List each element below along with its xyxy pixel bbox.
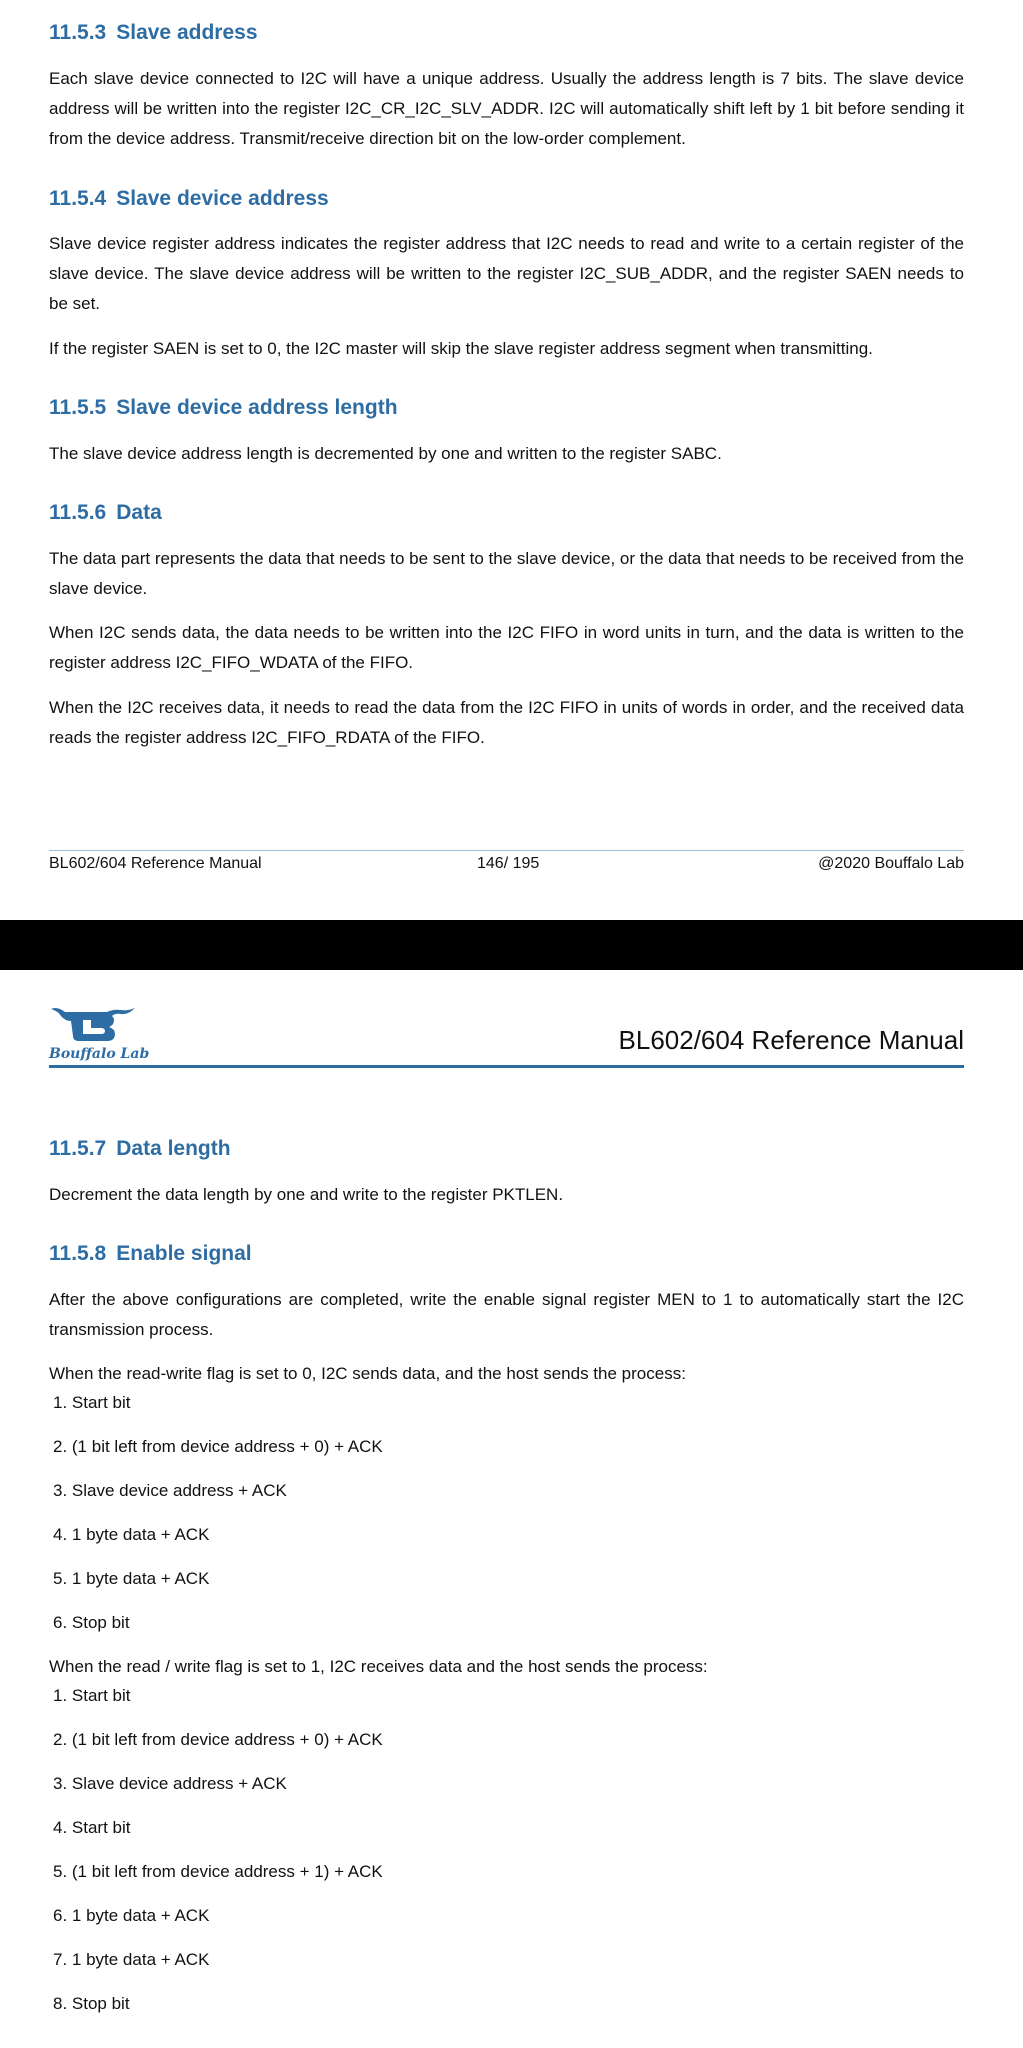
section-slave-device-address: 11.5.4 Slave device address: [49, 186, 964, 212]
list-item: 8. Stop bit: [53, 1994, 130, 2013]
section-enable-signal: 11.5.8 Enable signal: [49, 1241, 964, 1267]
section-body: Decrement the data length by one and wri…: [49, 1180, 964, 1210]
section-data-length: 11.5.7 Data length: [49, 1136, 964, 1162]
paragraph: Decrement the data length by one and wri…: [49, 1185, 564, 1204]
list-item: 2. (1 bit left from device address + 0) …: [53, 1437, 383, 1456]
section-body: The slave device address length is decre…: [49, 439, 964, 469]
list-item: 5. 1 byte data + ACK: [53, 1569, 210, 1588]
paragraph: If the register SAEN is set to 0, the I2…: [49, 339, 873, 358]
section-body: After the above configurations are compl…: [49, 1285, 964, 1345]
list-item: 7. 1 byte data + ACK: [53, 1950, 210, 1969]
page-147: Bouffalo Lab BL602/604 Reference Manual …: [0, 970, 1023, 2048]
section-body: Each slave device connected to I2C will …: [49, 64, 964, 154]
logo-wordmark: Bouffalo Lab: [49, 1046, 150, 1062]
list-item: 5. (1 bit left from device address + 1) …: [53, 1862, 383, 1881]
list-item: 6. Stop bit: [53, 1613, 130, 1632]
list-item: 3. Slave device address + ACK: [53, 1774, 287, 1793]
section-slave-address: 11.5.3 Slave address: [49, 20, 964, 46]
header-divider: [49, 1065, 964, 1068]
list-item: 4. Start bit: [53, 1818, 131, 1837]
paragraph: When the I2C receives data, it needs to …: [49, 698, 964, 747]
paragraph: The data part represents the data that n…: [49, 549, 964, 598]
paragraph: The slave device address length is decre…: [49, 444, 722, 463]
header-doc-title: BL602/604 Reference Manual: [618, 1025, 964, 1055]
list-item: 1. Start bit: [53, 1393, 131, 1412]
paragraph: When I2C sends data, the data needs to b…: [49, 623, 964, 672]
section-body: When I2C sends data, the data needs to b…: [49, 618, 964, 678]
paragraph: Each slave device connected to I2C will …: [49, 69, 964, 148]
section-body: When the I2C receives data, it needs to …: [49, 693, 964, 753]
receive-steps-list: 1. Start bit 2. (1 bit left from device …: [49, 1674, 964, 2026]
page-146: 11.5.3 Slave address Each slave device co…: [0, 0, 1023, 920]
section-body: The data part represents the data that n…: [49, 544, 964, 604]
footer-doc-title: BL602/604 Reference Manual: [49, 855, 262, 872]
bull-logo-icon: [51, 1008, 135, 1041]
page-separator: [0, 920, 1023, 970]
footer-copyright: @2020 Bouffalo Lab: [818, 855, 964, 872]
paragraph: After the above configurations are compl…: [49, 1290, 964, 1339]
section-heading: 11.5.3 Slave address: [49, 21, 258, 44]
bouffalo-lab-logo: Bouffalo Lab: [49, 1000, 159, 1062]
section-heading: 11.5.5 Slave device address length: [49, 396, 398, 419]
section-data: 11.5.6 Data: [49, 500, 964, 526]
paragraph: Slave device register address indicates …: [49, 234, 964, 313]
section-heading: 11.5.7 Data length: [49, 1137, 231, 1160]
section-heading: 11.5.6 Data: [49, 501, 162, 524]
section-slave-device-address-length: 11.5.5 Slave device address length: [49, 395, 964, 421]
list-item: 4. 1 byte data + ACK: [53, 1525, 210, 1544]
list-item: 1. Start bit: [53, 1686, 131, 1705]
section-heading: 11.5.4 Slave device address: [49, 187, 329, 210]
list-item: 6. 1 byte data + ACK: [53, 1906, 210, 1925]
list-item: 3. Slave device address + ACK: [53, 1481, 287, 1500]
section-body: Slave device register address indicates …: [49, 229, 964, 319]
list-item: 2. (1 bit left from device address + 0) …: [53, 1730, 383, 1749]
send-steps-list: 1. Start bit 2. (1 bit left from device …: [49, 1381, 964, 1645]
footer-page-number: 146/ 195: [477, 855, 540, 872]
section-heading: 11.5.8 Enable signal: [49, 1242, 252, 1265]
section-body: If the register SAEN is set to 0, the I2…: [49, 334, 964, 364]
footer-divider: [49, 850, 964, 851]
